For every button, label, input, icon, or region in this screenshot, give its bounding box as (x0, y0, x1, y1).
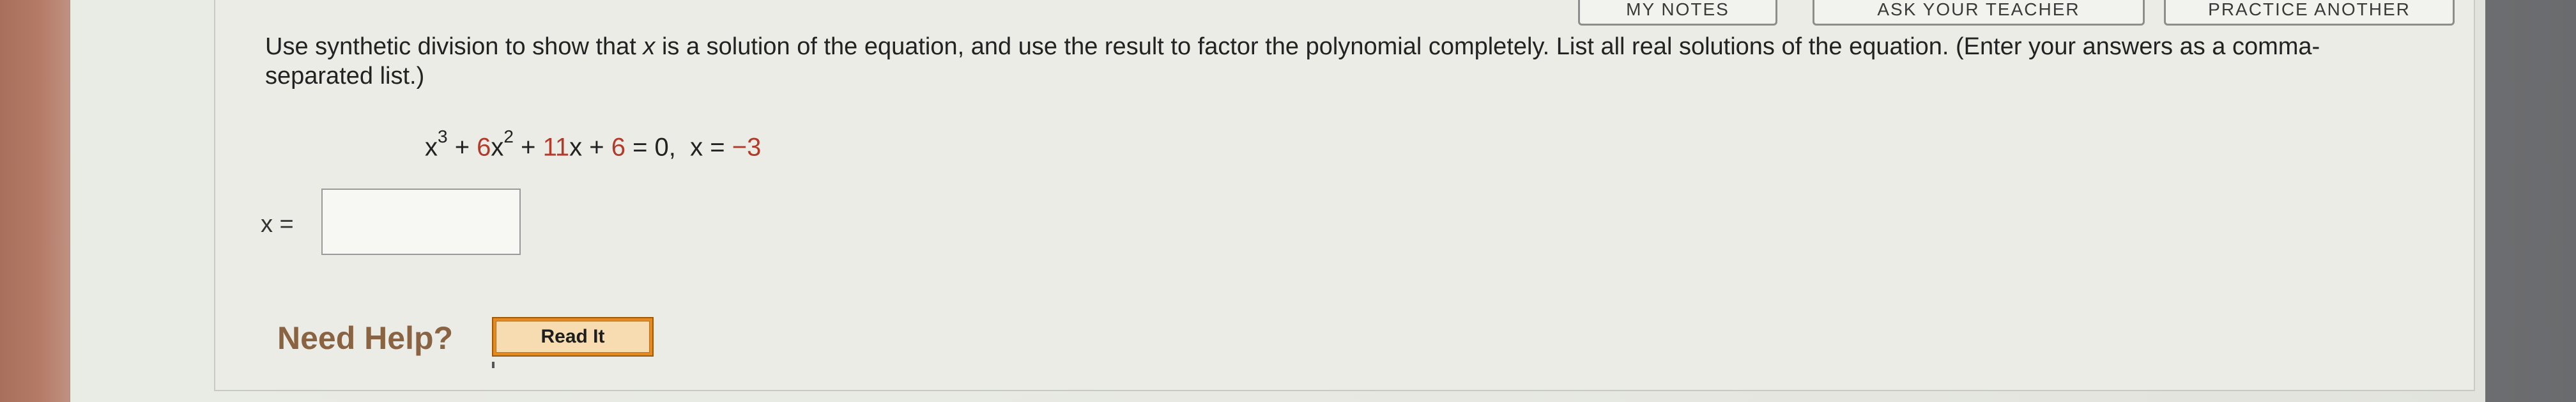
eq-const-6: 6 (611, 133, 625, 162)
eq-rest: = 0, x = (625, 133, 732, 162)
answer-input[interactable] (321, 189, 521, 255)
eq-coef-11: 11 (542, 133, 570, 162)
need-help-label: Need Help? (277, 320, 454, 356)
equation: x3 + 6x2 + 11x + 6 = 0, x = −3 (425, 127, 762, 162)
eq-plus-1: + (447, 133, 477, 162)
read-it-label: Read It (496, 321, 650, 353)
eq-term-x2: x (491, 133, 504, 162)
practice-another-button[interactable]: PRACTICE ANOTHER (2164, 0, 2455, 26)
eq-exp-2: 2 (503, 127, 514, 146)
read-it-button[interactable]: Read It (492, 317, 654, 357)
eq-exp-3: 3 (438, 127, 448, 146)
text-cursor-mark (492, 362, 494, 368)
my-notes-button[interactable]: MY NOTES (1578, 0, 1777, 26)
eq-plus-2: + (514, 133, 543, 162)
question-part1: Use synthetic division to show that (265, 33, 643, 60)
eq-coef-6: 6 (477, 133, 491, 162)
eq-term-x1: x + (569, 133, 611, 162)
eq-term-x3: x (425, 133, 438, 162)
question-text: Use synthetic division to show that x is… (265, 32, 2399, 91)
answer-label: x = (261, 211, 294, 238)
ask-your-teacher-button[interactable]: ASK YOUR TEACHER (1813, 0, 2145, 26)
question-variable: x (643, 33, 656, 60)
eq-root: −3 (732, 133, 762, 162)
